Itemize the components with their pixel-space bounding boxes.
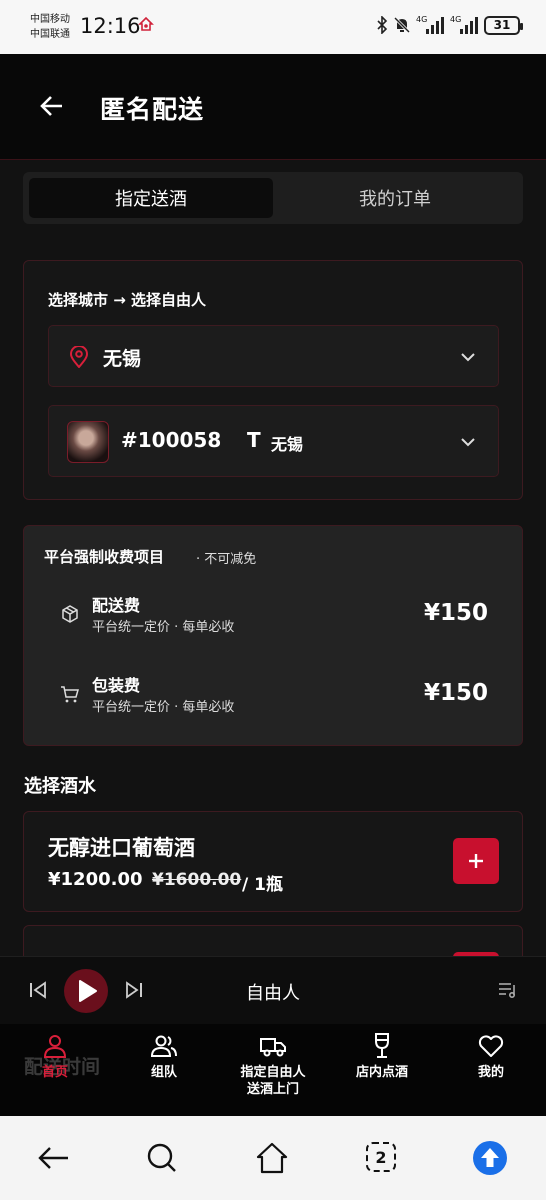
nav-team[interactable]: 组队 xyxy=(109,1032,219,1081)
nav-designated-delivery[interactable]: 指定自由人 送酒上门 xyxy=(218,1032,328,1098)
fee-row-packaging: 包装费 平台统一定价 · 每单必收 ¥150 xyxy=(24,672,524,726)
signal-1-icon: 4G xyxy=(416,15,444,35)
battery-indicator: 31 xyxy=(484,15,523,35)
playlist-icon[interactable] xyxy=(498,981,518,999)
player-track-title: 自由人 xyxy=(246,983,300,1004)
product-original-price: ¥1600.00 xyxy=(152,870,242,890)
person-dropdown[interactable]: #100058 T 无锡 xyxy=(48,405,499,477)
nav-label: 指定自由人 送酒上门 xyxy=(240,1065,306,1097)
truck-icon xyxy=(260,1038,286,1057)
fees-title: 平台强制收费项目 xyxy=(44,548,165,566)
box-icon xyxy=(62,605,78,623)
app-header: 匿名配送 xyxy=(0,54,546,160)
drinks-section-title: 选择酒水 xyxy=(24,776,96,797)
product-price: ¥1200.00 xyxy=(48,869,143,890)
product-card-partial[interactable] xyxy=(23,925,523,956)
nav-label: 店内点酒 xyxy=(355,1065,408,1080)
person-tag: T xyxy=(247,428,261,452)
back-arrow-icon[interactable] xyxy=(38,92,66,120)
city-dropdown[interactable]: 无锡 xyxy=(48,325,499,387)
home-icon[interactable] xyxy=(254,1140,290,1176)
music-player-bar: 自由人 xyxy=(0,956,546,1024)
user-icon xyxy=(43,1035,67,1058)
nav-mine[interactable]: 我的 xyxy=(436,1032,546,1081)
fee-name: 配送费 xyxy=(92,596,141,615)
carrier-2: 中国联通 xyxy=(30,29,70,40)
nav-label: 我的 xyxy=(477,1065,504,1080)
tab-designated-delivery[interactable]: 指定送酒 xyxy=(29,178,273,218)
system-navigation-bar: 2 xyxy=(0,1116,546,1200)
status-bar: 中国移动 中国联通 12:16 4G 4G 31 xyxy=(0,0,546,54)
product-card[interactable]: 无醇进口葡萄酒 ¥1200.00 ¥1600.00 / 1瓶 xyxy=(23,811,523,912)
cart-icon xyxy=(61,686,79,703)
home-status-icon xyxy=(138,16,154,31)
tabs-switcher-button[interactable]: 2 xyxy=(364,1140,400,1176)
bluetooth-icon xyxy=(377,16,388,34)
selection-card: 选择城市 → 选择自由人 无锡 #100058 T 无锡 xyxy=(23,260,523,500)
chevron-down-icon xyxy=(461,353,475,362)
person-city: 无锡 xyxy=(271,435,304,454)
nav-home[interactable]: 首页 xyxy=(0,1032,110,1081)
selected-city: 无锡 xyxy=(103,348,142,370)
bottom-navigation: 配送时间 首页 组队 指定自由人 送酒上门 店内点酒 我的 xyxy=(0,1024,546,1116)
person-id: #100058 xyxy=(121,428,222,452)
tab-my-orders[interactable]: 我的订单 xyxy=(273,178,517,218)
carrier-1: 中国移动 xyxy=(30,14,70,25)
fee-name: 包装费 xyxy=(92,676,141,695)
location-pin-icon xyxy=(69,346,89,368)
mute-bell-icon xyxy=(394,16,410,34)
carrier-info: 中国移动 中国联通 xyxy=(30,12,70,42)
wine-glass-icon xyxy=(375,1033,389,1058)
avatar xyxy=(67,421,109,463)
nav-label: 组队 xyxy=(150,1065,177,1080)
tab-bar: 指定送酒 我的订单 xyxy=(23,172,523,224)
fee-description: 平台统一定价 · 每单必收 xyxy=(92,700,235,715)
nav-label: 首页 xyxy=(41,1065,68,1080)
nav-in-store-order[interactable]: 店内点酒 xyxy=(327,1032,437,1081)
chevron-down-icon xyxy=(461,438,475,447)
tab-count: 2 xyxy=(375,1147,387,1167)
main-content: 指定送酒 我的订单 选择城市 → 选择自由人 无锡 #100058 T 无锡 平… xyxy=(0,160,546,956)
system-back-icon[interactable] xyxy=(36,1140,72,1176)
heart-icon xyxy=(478,1035,504,1057)
fee-description: 平台统一定价 · 每单必收 xyxy=(92,620,235,635)
product-unit: / 1瓶 xyxy=(242,875,283,895)
upload-arrow-icon[interactable] xyxy=(472,1140,508,1176)
fee-price: ¥150 xyxy=(423,600,488,626)
group-icon xyxy=(150,1035,177,1057)
mandatory-fees-card: 平台强制收费项目 · 不可减免 配送费 平台统一定价 · 每单必收 ¥150 包… xyxy=(23,525,523,746)
fees-note: · 不可减免 xyxy=(196,552,257,567)
fee-row-delivery: 配送费 平台统一定价 · 每单必收 ¥150 xyxy=(24,592,524,646)
status-icons: 4G 4G 31 xyxy=(376,15,523,35)
status-time: 12:16 xyxy=(80,14,141,38)
page-title: 匿名配送 xyxy=(100,95,205,124)
add-to-cart-button[interactable] xyxy=(453,838,499,884)
plus-icon xyxy=(469,854,483,868)
product-name: 无醇进口葡萄酒 xyxy=(48,836,195,860)
selection-title: 选择城市 → 选择自由人 xyxy=(48,291,207,309)
fee-price: ¥150 xyxy=(423,680,488,706)
signal-2-icon: 4G xyxy=(450,15,478,35)
search-icon[interactable] xyxy=(144,1140,180,1176)
